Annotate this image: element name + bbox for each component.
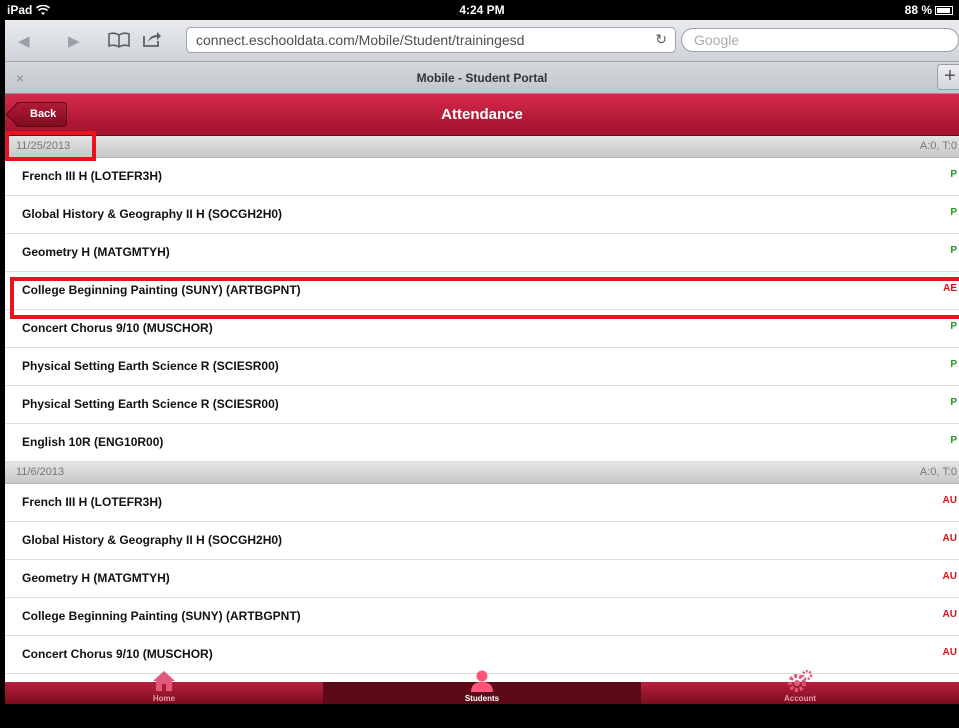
browser-toolbar: ◀ ▶ connect.eschooldata.com/Mobile/Stude…	[5, 20, 959, 62]
url-text: connect.eschooldata.com/Mobile/Student/t…	[196, 32, 525, 48]
attendance-list[interactable]: 11/25/2013 A:0, T:0 French III H (LOTEFR…	[5, 136, 959, 682]
list-item[interactable]: College Beginning Painting (SUNY) (ARTBG…	[5, 272, 959, 310]
date-header: 11/25/2013 A:0, T:0	[5, 136, 959, 158]
ipad-frame: iPad 4:24 PM 88 % ◀ ▶ connect.eschooldat…	[0, 0, 959, 728]
date-label: 11/25/2013	[16, 140, 71, 152]
course-name: College Beginning Painting (SUNY) (ARTBG…	[22, 283, 301, 297]
list-item[interactable]: Concert Chorus 9/10 (MUSCHOR) AU	[5, 636, 959, 674]
attendance-code: P	[950, 397, 957, 408]
list-item[interactable]: Global History & Geography II H (SOCGH2H…	[5, 196, 959, 234]
attendance-code: P	[950, 435, 957, 446]
list-item[interactable]: Global History & Geography II H (SOCGH2H…	[5, 522, 959, 560]
search-placeholder: Google	[694, 32, 740, 48]
list-item[interactable]: Physical Setting Earth Science R (SCIESR…	[5, 348, 959, 386]
list-item[interactable]: Concert Chorus 9/10 (MUSCHOR) P	[5, 310, 959, 348]
attendance-code: P	[950, 245, 957, 256]
clock: 4:24 PM	[459, 3, 505, 17]
course-name: Global History & Geography II H (SOCGH2H…	[22, 533, 283, 547]
attendance-code: AU	[942, 609, 957, 620]
home-icon	[153, 671, 175, 691]
gears-icon	[788, 670, 813, 692]
tab-home-label: Home	[152, 694, 176, 703]
date-label: 11/6/2013	[16, 466, 65, 478]
attendance-code: AU	[942, 533, 957, 544]
student-icon	[471, 670, 493, 692]
tab-home[interactable]: Home	[5, 671, 323, 704]
back-arrow-icon[interactable]: ◀	[18, 32, 30, 50]
course-name: French III H (LOTEFR3H)	[22, 495, 163, 509]
forward-arrow-icon[interactable]: ▶	[68, 32, 80, 50]
battery-indicator: 88 %	[905, 3, 953, 17]
list-item[interactable]: French III H (LOTEFR3H) P	[5, 158, 959, 196]
tab-students[interactable]: Students	[323, 670, 641, 704]
status-bar: iPad 4:24 PM 88 %	[5, 0, 959, 20]
list-item[interactable]: Physical Setting Earth Science R (SCIESR…	[5, 386, 959, 424]
list-item[interactable]: English 10R (ENG10R00) P	[5, 424, 959, 462]
attendance-summary: A:0, T:0	[919, 140, 957, 152]
list-item[interactable]: French III H (LOTEFR3H) AU	[5, 484, 959, 522]
tab-account[interactable]: Account	[641, 670, 959, 704]
list-item[interactable]: College Beginning Painting (SUNY) (ARTBG…	[5, 598, 959, 636]
attendance-code: AU	[942, 571, 957, 582]
list-item[interactable]: Geometry H (MATGMTYH) P	[5, 234, 959, 272]
new-tab-button[interactable]: +	[937, 64, 959, 90]
tab-account-label: Account	[784, 694, 816, 703]
tab-students-label: Students	[464, 694, 500, 703]
date-header: 11/6/2013 A:0, T:0	[5, 462, 959, 484]
list-item[interactable]: Geometry H (MATGMTYH) AU	[5, 560, 959, 598]
course-name: College Beginning Painting (SUNY) (ARTBG…	[22, 609, 301, 623]
attendance-summary: A:0, T:0	[919, 466, 957, 478]
tab-title[interactable]: Mobile - Student Portal	[5, 71, 959, 85]
share-icon[interactable]	[142, 30, 162, 48]
course-name: Concert Chorus 9/10 (MUSCHOR)	[22, 321, 213, 335]
attendance-code: P	[950, 207, 957, 218]
bottom-tab-bar: Home Students Account	[5, 670, 959, 704]
course-name: Global History & Geography II H (SOCGH2H…	[22, 207, 283, 221]
app-header: Back Attendance	[5, 94, 959, 136]
ipad-screen: iPad 4:24 PM 88 % ◀ ▶ connect.eschooldat…	[5, 0, 959, 704]
attendance-code: P	[950, 359, 957, 370]
course-name: Physical Setting Earth Science R (SCIESR…	[22, 359, 279, 373]
attendance-code: AE	[943, 283, 957, 294]
course-name: Physical Setting Earth Science R (SCIESR…	[22, 397, 279, 411]
battery-percent: 88 %	[904, 3, 932, 17]
reload-icon[interactable]: ↻	[655, 31, 667, 48]
browser-tab-bar: × Mobile - Student Portal +	[5, 62, 959, 94]
attendance-code: AU	[942, 647, 957, 658]
course-name: Concert Chorus 9/10 (MUSCHOR)	[22, 647, 213, 661]
page-title: Attendance	[441, 106, 523, 123]
battery-icon	[935, 5, 953, 15]
url-field[interactable]: connect.eschooldata.com/Mobile/Student/t…	[186, 27, 676, 53]
attendance-code: P	[950, 321, 957, 332]
search-input[interactable]: Google	[681, 28, 959, 52]
bookmarks-icon[interactable]	[108, 32, 130, 48]
attendance-code: AU	[942, 495, 957, 506]
course-name: Geometry H (MATGMTYH)	[22, 245, 170, 259]
course-name: Geometry H (MATGMTYH)	[22, 571, 170, 585]
course-name: English 10R (ENG10R00)	[22, 435, 164, 449]
course-name: French III H (LOTEFR3H)	[22, 169, 163, 183]
attendance-code: P	[950, 169, 957, 180]
